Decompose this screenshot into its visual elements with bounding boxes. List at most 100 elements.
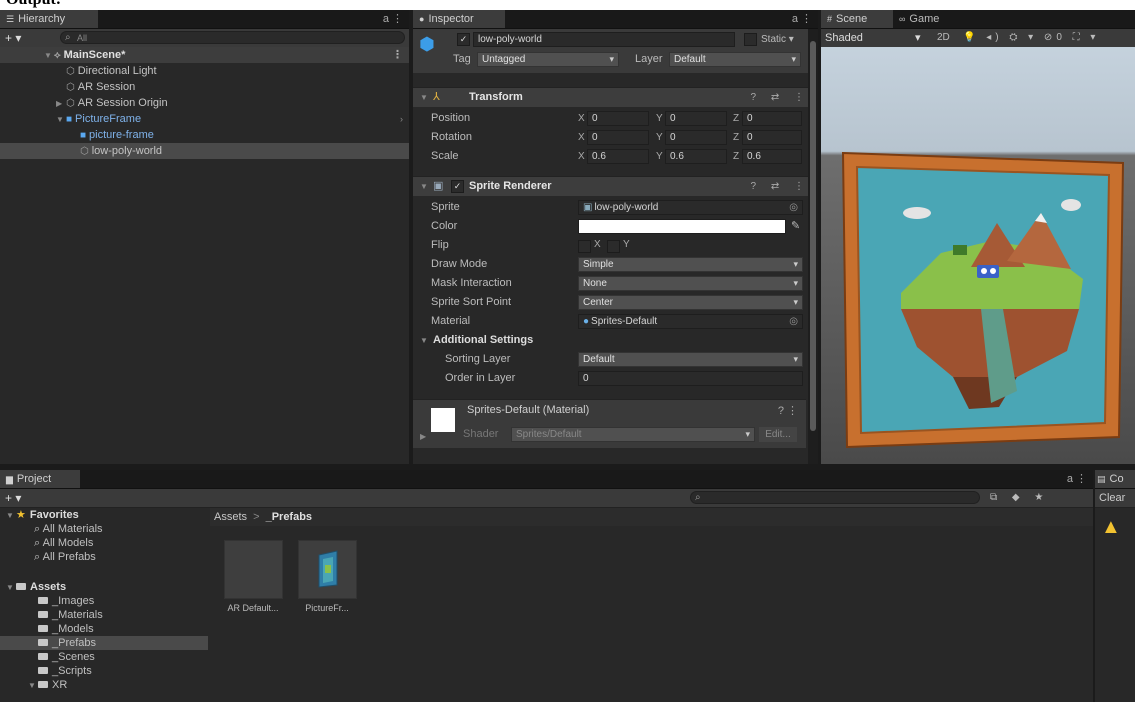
project-tab[interactable]: ▆ Project <box>0 470 80 488</box>
asset-ar-default-thumbnail[interactable] <box>224 540 283 599</box>
position-y-field[interactable]: 0 <box>665 111 727 126</box>
material-menu-icons[interactable]: ? ⋮ <box>778 404 798 417</box>
additional-settings-row[interactable]: ▼ Additional Settings <box>413 332 818 349</box>
project-tab-label: Project <box>16 473 52 485</box>
hierarchy-panel-menu[interactable]: a ⋮ <box>383 10 403 28</box>
folder-icon <box>38 624 48 632</box>
scale-z-field[interactable]: 0.6 <box>742 149 802 164</box>
collapse-arrow-icon[interactable]: ▼ <box>420 332 430 349</box>
console-icon: ▤ <box>1097 474 1106 484</box>
sprite-renderer-header[interactable]: ▼ ▣ ✓ Sprite Renderer ? ⇄ ⋮ <box>413 176 818 196</box>
favorites-row[interactable]: ▼ ★ Favorites <box>0 508 208 522</box>
folder-label: XR <box>52 679 68 691</box>
order-in-layer-field[interactable]: 0 <box>578 371 803 386</box>
material-object-field[interactable]: ● Sprites-Default ◎ <box>578 314 803 329</box>
collapse-arrow-icon[interactable]: ▼ <box>6 581 16 595</box>
scene-viewport[interactable] <box>821 47 1135 464</box>
scene-toolbar-icons[interactable]: 💡 ◂) ⛭ ▾ ⊘0 ⛶ ▾ <box>963 29 1099 47</box>
position-z-field[interactable]: 0 <box>742 111 802 126</box>
folder-images[interactable]: _Images <box>0 594 208 608</box>
rotation-z-field[interactable]: 0 <box>742 130 802 145</box>
2d-toggle-button[interactable]: 2D <box>937 29 950 47</box>
favorite-item-all-models[interactable]: ⌕ All Models <box>0 536 208 550</box>
folder-prefabs[interactable]: _Prefabs <box>0 636 208 650</box>
tree-row-ar-session[interactable]: ⬡ AR Session <box>0 79 409 95</box>
tree-row-ar-session-origin[interactable]: ▶ ⬡ AR Session Origin <box>0 95 409 111</box>
active-checkbox[interactable]: ✓ <box>457 33 470 46</box>
collapse-arrow-icon[interactable]: ▼ <box>6 509 16 523</box>
static-checkbox[interactable] <box>744 33 757 46</box>
scene-menu-icon[interactable]: ⋮ <box>392 47 403 63</box>
breadcrumb-assets[interactable]: Assets <box>214 511 247 523</box>
game-tab[interactable]: ∞ Game <box>893 10 965 28</box>
shader-dropdown[interactable]: Sprites/Default <box>511 427 755 442</box>
eyedropper-icon[interactable]: ✎ <box>791 218 800 235</box>
breadcrumb-prefabs[interactable]: _Prefabs <box>266 511 312 523</box>
sprite-object-field[interactable]: ▣ low-poly-world ◎ <box>578 200 803 215</box>
rotation-y-field[interactable]: 0 <box>665 130 727 145</box>
prefab-open-arrow-icon[interactable]: › <box>400 111 403 127</box>
inspector-tab-label: Inspector <box>428 13 474 25</box>
component-menu-icons[interactable]: ? ⇄ ⋮ <box>751 177 811 196</box>
favorite-item-all-prefabs[interactable]: ⌕ All Prefabs <box>0 550 208 564</box>
folder-scenes[interactable]: _Scenes <box>0 650 208 664</box>
static-dropdown[interactable]: Static ▾ <box>761 32 794 47</box>
component-menu-icons[interactable]: ? ⇄ ⋮ <box>751 88 811 107</box>
favorite-item-all-materials[interactable]: ⌕ All Materials <box>0 522 208 536</box>
folder-scripts[interactable]: _Scripts <box>0 664 208 678</box>
layer-dropdown[interactable]: Default <box>669 52 801 67</box>
scene-tab[interactable]: # Scene <box>821 10 901 28</box>
object-name-field[interactable]: low-poly-world <box>473 32 735 47</box>
console-tab[interactable]: ▤ Co <box>1095 470 1135 488</box>
edit-shader-button[interactable]: Edit... <box>759 427 797 442</box>
material-preview-swatch <box>431 408 455 432</box>
project-panel-menu[interactable]: a ⋮ <box>1067 470 1087 488</box>
collapse-arrow-icon[interactable]: ▼ <box>420 88 430 107</box>
object-picker-icon[interactable]: ◎ <box>789 201 798 214</box>
create-dropdown-button[interactable]: + ▾ <box>5 29 21 47</box>
expand-arrow-icon[interactable]: ▶ <box>56 96 66 112</box>
hierarchy-search-input[interactable]: All <box>60 31 405 44</box>
tree-row-low-poly-world[interactable]: ⬡ low-poly-world <box>0 143 409 159</box>
collapse-arrow-icon[interactable]: ▼ <box>56 112 66 128</box>
collapse-arrow-icon[interactable]: ▼ <box>28 679 38 693</box>
position-x-field[interactable]: 0 <box>587 111 649 126</box>
project-create-button[interactable]: + ▾ <box>5 489 21 507</box>
flip-y-checkbox[interactable] <box>607 240 620 253</box>
color-swatch[interactable] <box>578 219 786 234</box>
tag-dropdown[interactable]: Untagged <box>477 52 619 67</box>
collapse-arrow-icon[interactable]: ▼ <box>44 48 54 64</box>
inspector-scroll-thumb[interactable] <box>810 41 816 431</box>
flip-x-checkbox[interactable] <box>578 240 591 253</box>
color-row: Color ✎ <box>413 218 818 235</box>
folder-materials[interactable]: _Materials <box>0 608 208 622</box>
material-block: Sprites-Default (Material) ? ⋮ ▶ Shader … <box>413 399 806 448</box>
inspector-tab[interactable]: ● Inspector <box>413 10 505 28</box>
transform-header[interactable]: ▼ ⅄ Transform ? ⇄ ⋮ <box>413 87 818 107</box>
folder-models[interactable]: _Models <box>0 622 208 636</box>
sprite-sort-point-dropdown[interactable]: Center <box>578 295 803 310</box>
inspector-panel-menu[interactable]: a ⋮ <box>792 10 812 28</box>
tree-row-picture-frame-child[interactable]: ■ picture-frame <box>0 127 409 143</box>
collapse-arrow-icon[interactable]: ▼ <box>420 177 430 196</box>
tree-row-main-scene[interactable]: ▼ ⟡ MainScene* ⋮ <box>0 47 409 63</box>
tree-row-directional-light[interactable]: ⬡ Directional Light <box>0 63 409 79</box>
console-clear-button[interactable]: Clear <box>1099 489 1125 507</box>
assets-root-row[interactable]: ▼ Assets <box>0 580 208 594</box>
scale-x-field[interactable]: 0.6 <box>587 149 649 164</box>
mask-interaction-dropdown[interactable]: None <box>578 276 803 291</box>
sprite-renderer-enabled-checkbox[interactable]: ✓ <box>451 180 464 193</box>
project-search-input[interactable] <box>690 491 980 504</box>
object-picker-icon[interactable]: ◎ <box>789 315 798 328</box>
sorting-layer-dropdown[interactable]: Default <box>578 352 803 367</box>
tree-row-picture-frame[interactable]: ▼ ■ PictureFrame › <box>0 111 409 127</box>
draw-mode-dropdown[interactable]: Simple <box>578 257 803 272</box>
asset-picture-frame-thumbnail[interactable] <box>298 540 357 599</box>
inspector-scrollbar[interactable] <box>808 29 818 464</box>
folder-xr[interactable]: ▼ XR <box>0 678 208 692</box>
rotation-x-field[interactable]: 0 <box>587 130 649 145</box>
expand-arrow-icon[interactable]: ▶ <box>420 432 430 441</box>
scale-y-field[interactable]: 0.6 <box>665 149 727 164</box>
hierarchy-tab[interactable]: ☰ Hierarchy <box>0 10 98 28</box>
shading-mode-dropdown[interactable]: Shaded ▾ <box>825 29 920 47</box>
